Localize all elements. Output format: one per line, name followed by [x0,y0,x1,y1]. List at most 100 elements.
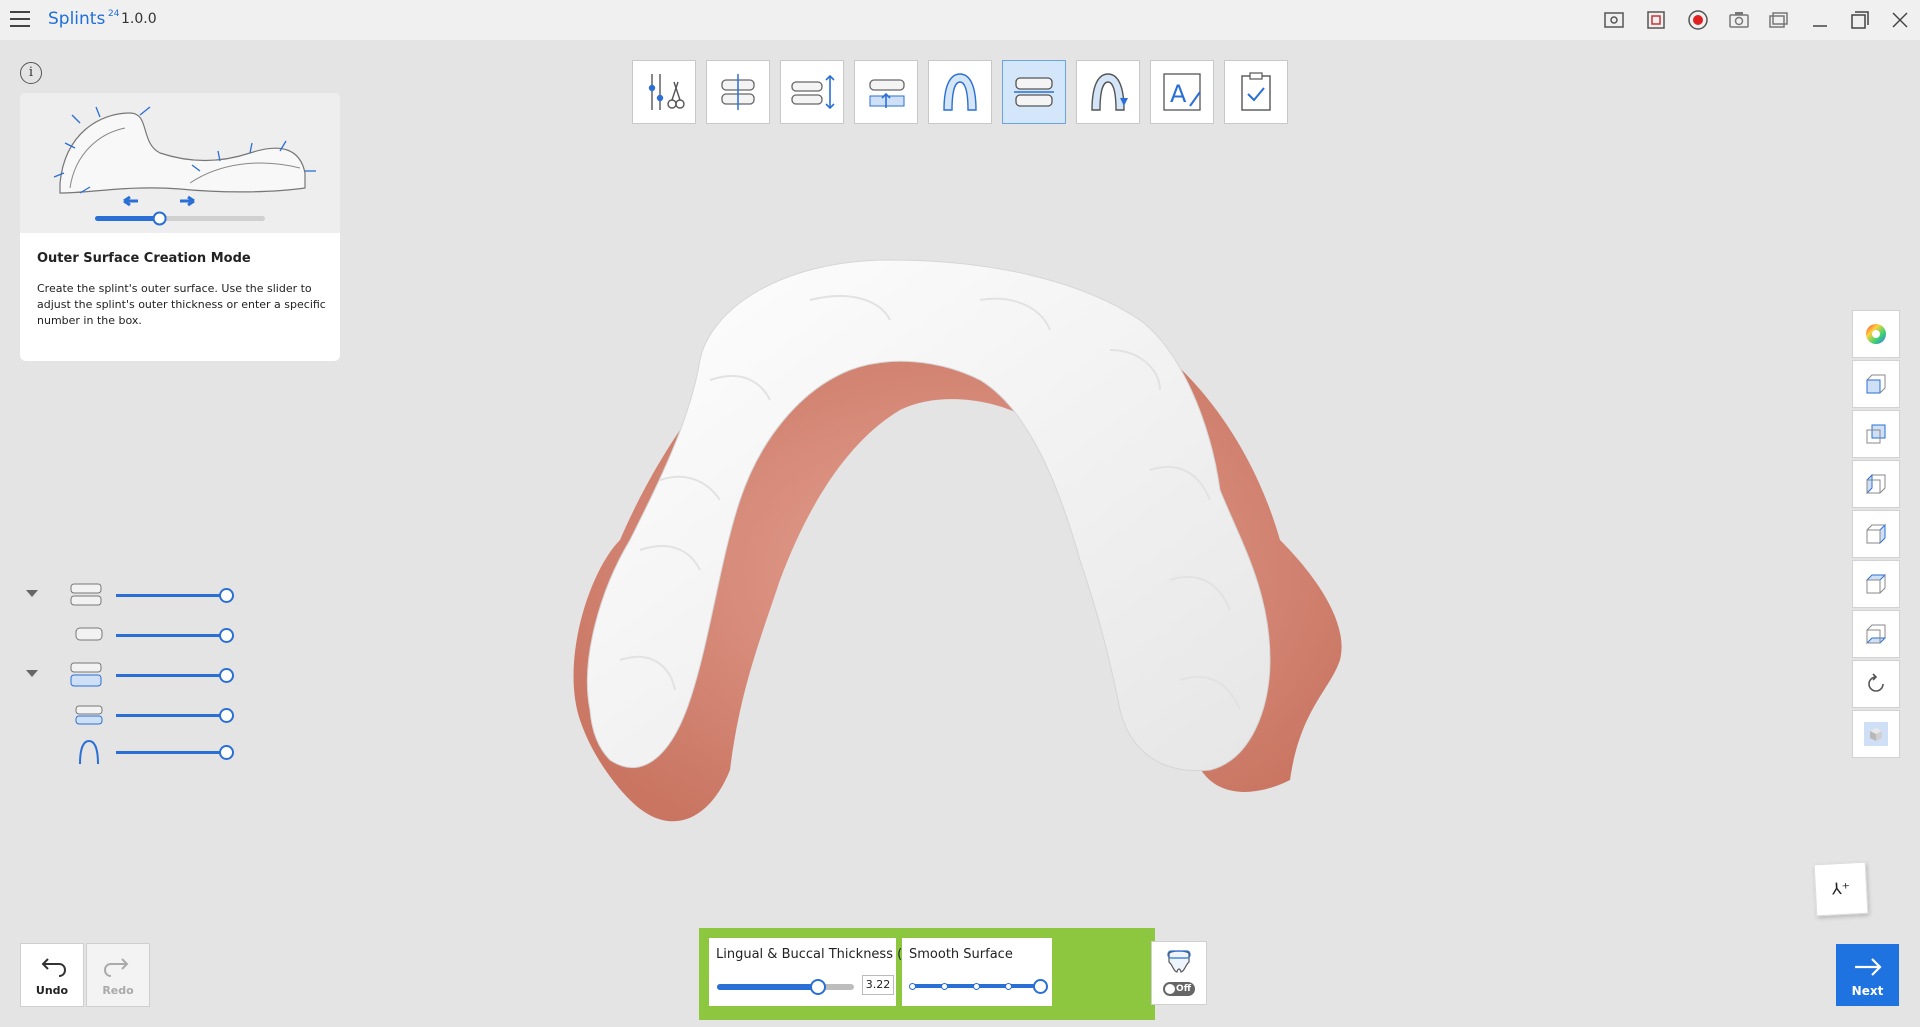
next-button[interactable]: Next [1836,944,1899,1006]
step-tools[interactable] [632,60,696,124]
layer-opacity-slider[interactable] [116,588,234,603]
shaded-cube-icon [1864,722,1888,746]
thickness-input[interactable]: 3.22 [862,975,894,995]
view-bottom-button[interactable] [1852,610,1900,658]
instruments-icon [648,74,685,110]
slider-knob[interactable] [219,745,234,760]
color-wheel-icon [1866,324,1886,344]
splint-design-icon [1091,73,1128,111]
info-icon[interactable]: i [20,62,42,84]
slider-knob[interactable] [219,588,234,603]
camera-icon[interactable] [1727,8,1751,32]
minimize-icon[interactable] [1808,8,1832,32]
mode-info-card: Outer Surface Creation Mode Create the s… [20,93,340,361]
layer-opacity-slider[interactable] [116,745,234,760]
undo-label: Undo [35,984,69,997]
bite-icon [791,74,835,110]
slider-knob[interactable] [219,708,234,723]
step-align[interactable] [706,60,770,124]
next-label: Next [1851,984,1884,998]
outer-surface-illustration [20,93,340,233]
redo-label: Redo [102,984,134,997]
title-bar: Splints 24 1.0.0 [0,0,1920,40]
redo-button[interactable]: Redo [86,943,150,1007]
view-right-button[interactable] [1852,510,1900,558]
windows-icon[interactable] [1766,8,1790,32]
step-outer-surface[interactable] [1002,60,1066,124]
view-top-button[interactable] [1852,560,1900,608]
color-wheel-button[interactable] [1852,310,1900,358]
mode-description: Create the splint's outer surface. Use t… [37,282,326,327]
undo-button[interactable]: Undo [20,943,84,1007]
insertion-icon [869,79,905,108]
smooth-control: Smooth Surface [902,938,1052,1006]
mandibular-group-icon[interactable] [68,660,104,690]
clipboard-check-icon [1241,72,1271,111]
slider-knob[interactable] [219,668,234,683]
view-left-icon [1866,473,1886,495]
undo-arrow-icon [41,958,67,977]
layer-row [20,737,260,767]
screen-record-icon[interactable] [1645,8,1669,32]
view-top-icon [1865,574,1887,594]
view-front-button[interactable] [1852,360,1900,408]
close-icon[interactable] [1888,8,1912,32]
smooth-step-dot[interactable] [941,983,948,990]
step-bite[interactable] [780,60,844,124]
step-margin[interactable] [928,60,992,124]
annotation-icon: ⅄⁺ [1831,878,1851,899]
slider-knob[interactable] [219,628,234,643]
smooth-label: Smooth Surface [909,947,1013,962]
shaded-view-button[interactable] [1852,710,1900,758]
layer-opacity-slider[interactable] [116,628,234,643]
layer-opacity-slider[interactable] [116,708,234,723]
splint-model [573,259,1342,822]
thickness-slider[interactable] [717,979,854,995]
maxillary-group-icon[interactable] [68,580,104,610]
smooth-slider-knob[interactable] [1033,979,1048,994]
smooth-slider[interactable] [909,979,1048,994]
outer-surface-icon [1014,77,1054,107]
thickness-slider-knob[interactable] [810,979,827,995]
step-design[interactable] [1076,60,1140,124]
splint-arch-icon[interactable] [72,737,108,767]
rotate-view-button[interactable] [1852,660,1900,708]
collapse-caret-icon[interactable] [26,670,38,677]
svg-text:A: A [1170,80,1187,108]
layer-opacity-slider[interactable] [116,668,234,683]
splint-preview-icon [1167,950,1191,973]
next-arrow-icon [1854,958,1882,976]
3d-viewport[interactable] [560,240,1360,840]
smooth-step-dot[interactable] [973,983,980,990]
layer-row [20,580,260,610]
thickness-control: Lingual & Buccal Thickness (mm) 3.22 [709,938,933,1006]
step-text[interactable]: A [1150,60,1214,124]
rotate-icon [1868,673,1884,692]
maxilla-icon[interactable] [72,620,108,650]
layer-row [20,700,260,730]
hamburger-menu-icon[interactable] [10,11,30,27]
view-bottom-icon [1865,624,1887,644]
layer-row [20,660,260,690]
toggle-switch[interactable]: Off [1163,982,1195,996]
thickness-slider-fill [717,984,819,990]
smooth-step-dot[interactable] [909,983,916,990]
view-back-button[interactable] [1852,410,1900,458]
step-finish[interactable] [1224,60,1288,124]
collapse-caret-icon[interactable] [26,590,38,597]
app-title: Splints [48,9,106,29]
app-version: 1.0.0 [121,11,157,27]
mandible-icon[interactable] [72,700,108,730]
annotation-button[interactable]: ⅄⁺ [1813,861,1869,917]
app-edition: 24 [108,9,120,19]
smooth-step-dot[interactable] [1005,983,1012,990]
redo-arrow-icon [103,958,129,977]
capture-settings-icon[interactable] [1602,8,1626,32]
splint-toggle-button[interactable]: Off [1151,941,1207,1005]
view-right-icon [1866,523,1886,545]
maximize-icon[interactable] [1848,8,1872,32]
layer-row [20,620,260,650]
view-left-button[interactable] [1852,460,1900,508]
step-insertion[interactable] [854,60,918,124]
record-icon[interactable] [1686,8,1710,32]
